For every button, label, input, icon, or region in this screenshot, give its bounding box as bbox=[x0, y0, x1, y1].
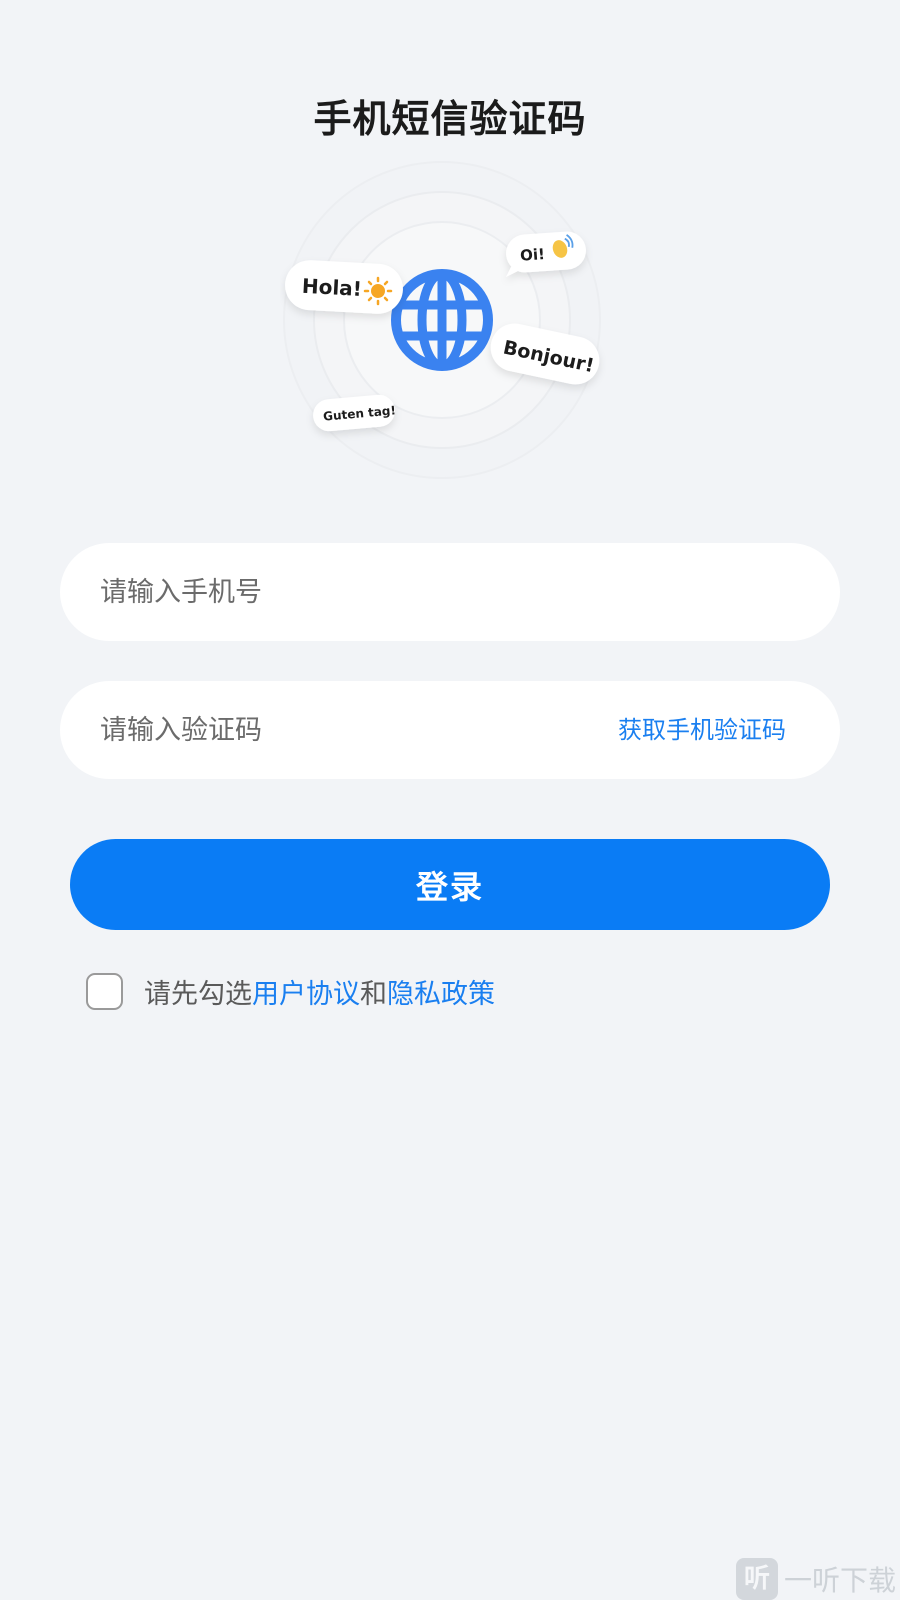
agreement-text: 请先勾选用户协议和隐私政策 bbox=[144, 972, 495, 1011]
agreement-checkbox[interactable] bbox=[86, 972, 123, 1010]
verification-code-input[interactable] bbox=[100, 681, 580, 779]
bubble-text-hola: Hola! bbox=[301, 274, 362, 301]
privacy-policy-link[interactable]: 隐私政策 bbox=[387, 979, 495, 1010]
language-globe-illustration: Hola! Oi! Bonjour! Guten tag! bbox=[280, 160, 620, 490]
phone-field bbox=[60, 543, 840, 641]
verification-code-field: 获取手机验证码 bbox=[60, 681, 840, 779]
get-code-button[interactable]: 获取手机验证码 bbox=[618, 681, 786, 779]
page-title: 手机短信验证码 bbox=[313, 97, 587, 141]
user-agreement-link[interactable]: 用户协议 bbox=[252, 979, 360, 1010]
agreement-row: 请先勾选用户协议和隐私政策 bbox=[86, 970, 495, 1012]
watermark: 听 一听下载 bbox=[735, 1558, 900, 1600]
sun-icon bbox=[363, 276, 393, 306]
agreement-prefix: 请先勾选 bbox=[144, 978, 252, 1010]
bubble-text-oi: Oi! bbox=[520, 245, 546, 265]
agreement-conjunction: 和 bbox=[360, 978, 387, 1010]
watermark-logo-icon: 听 bbox=[735, 1558, 778, 1600]
watermark-text: 一听下载 bbox=[783, 1564, 896, 1597]
phone-input[interactable] bbox=[100, 543, 800, 641]
login-button[interactable]: 登录 bbox=[70, 839, 830, 930]
